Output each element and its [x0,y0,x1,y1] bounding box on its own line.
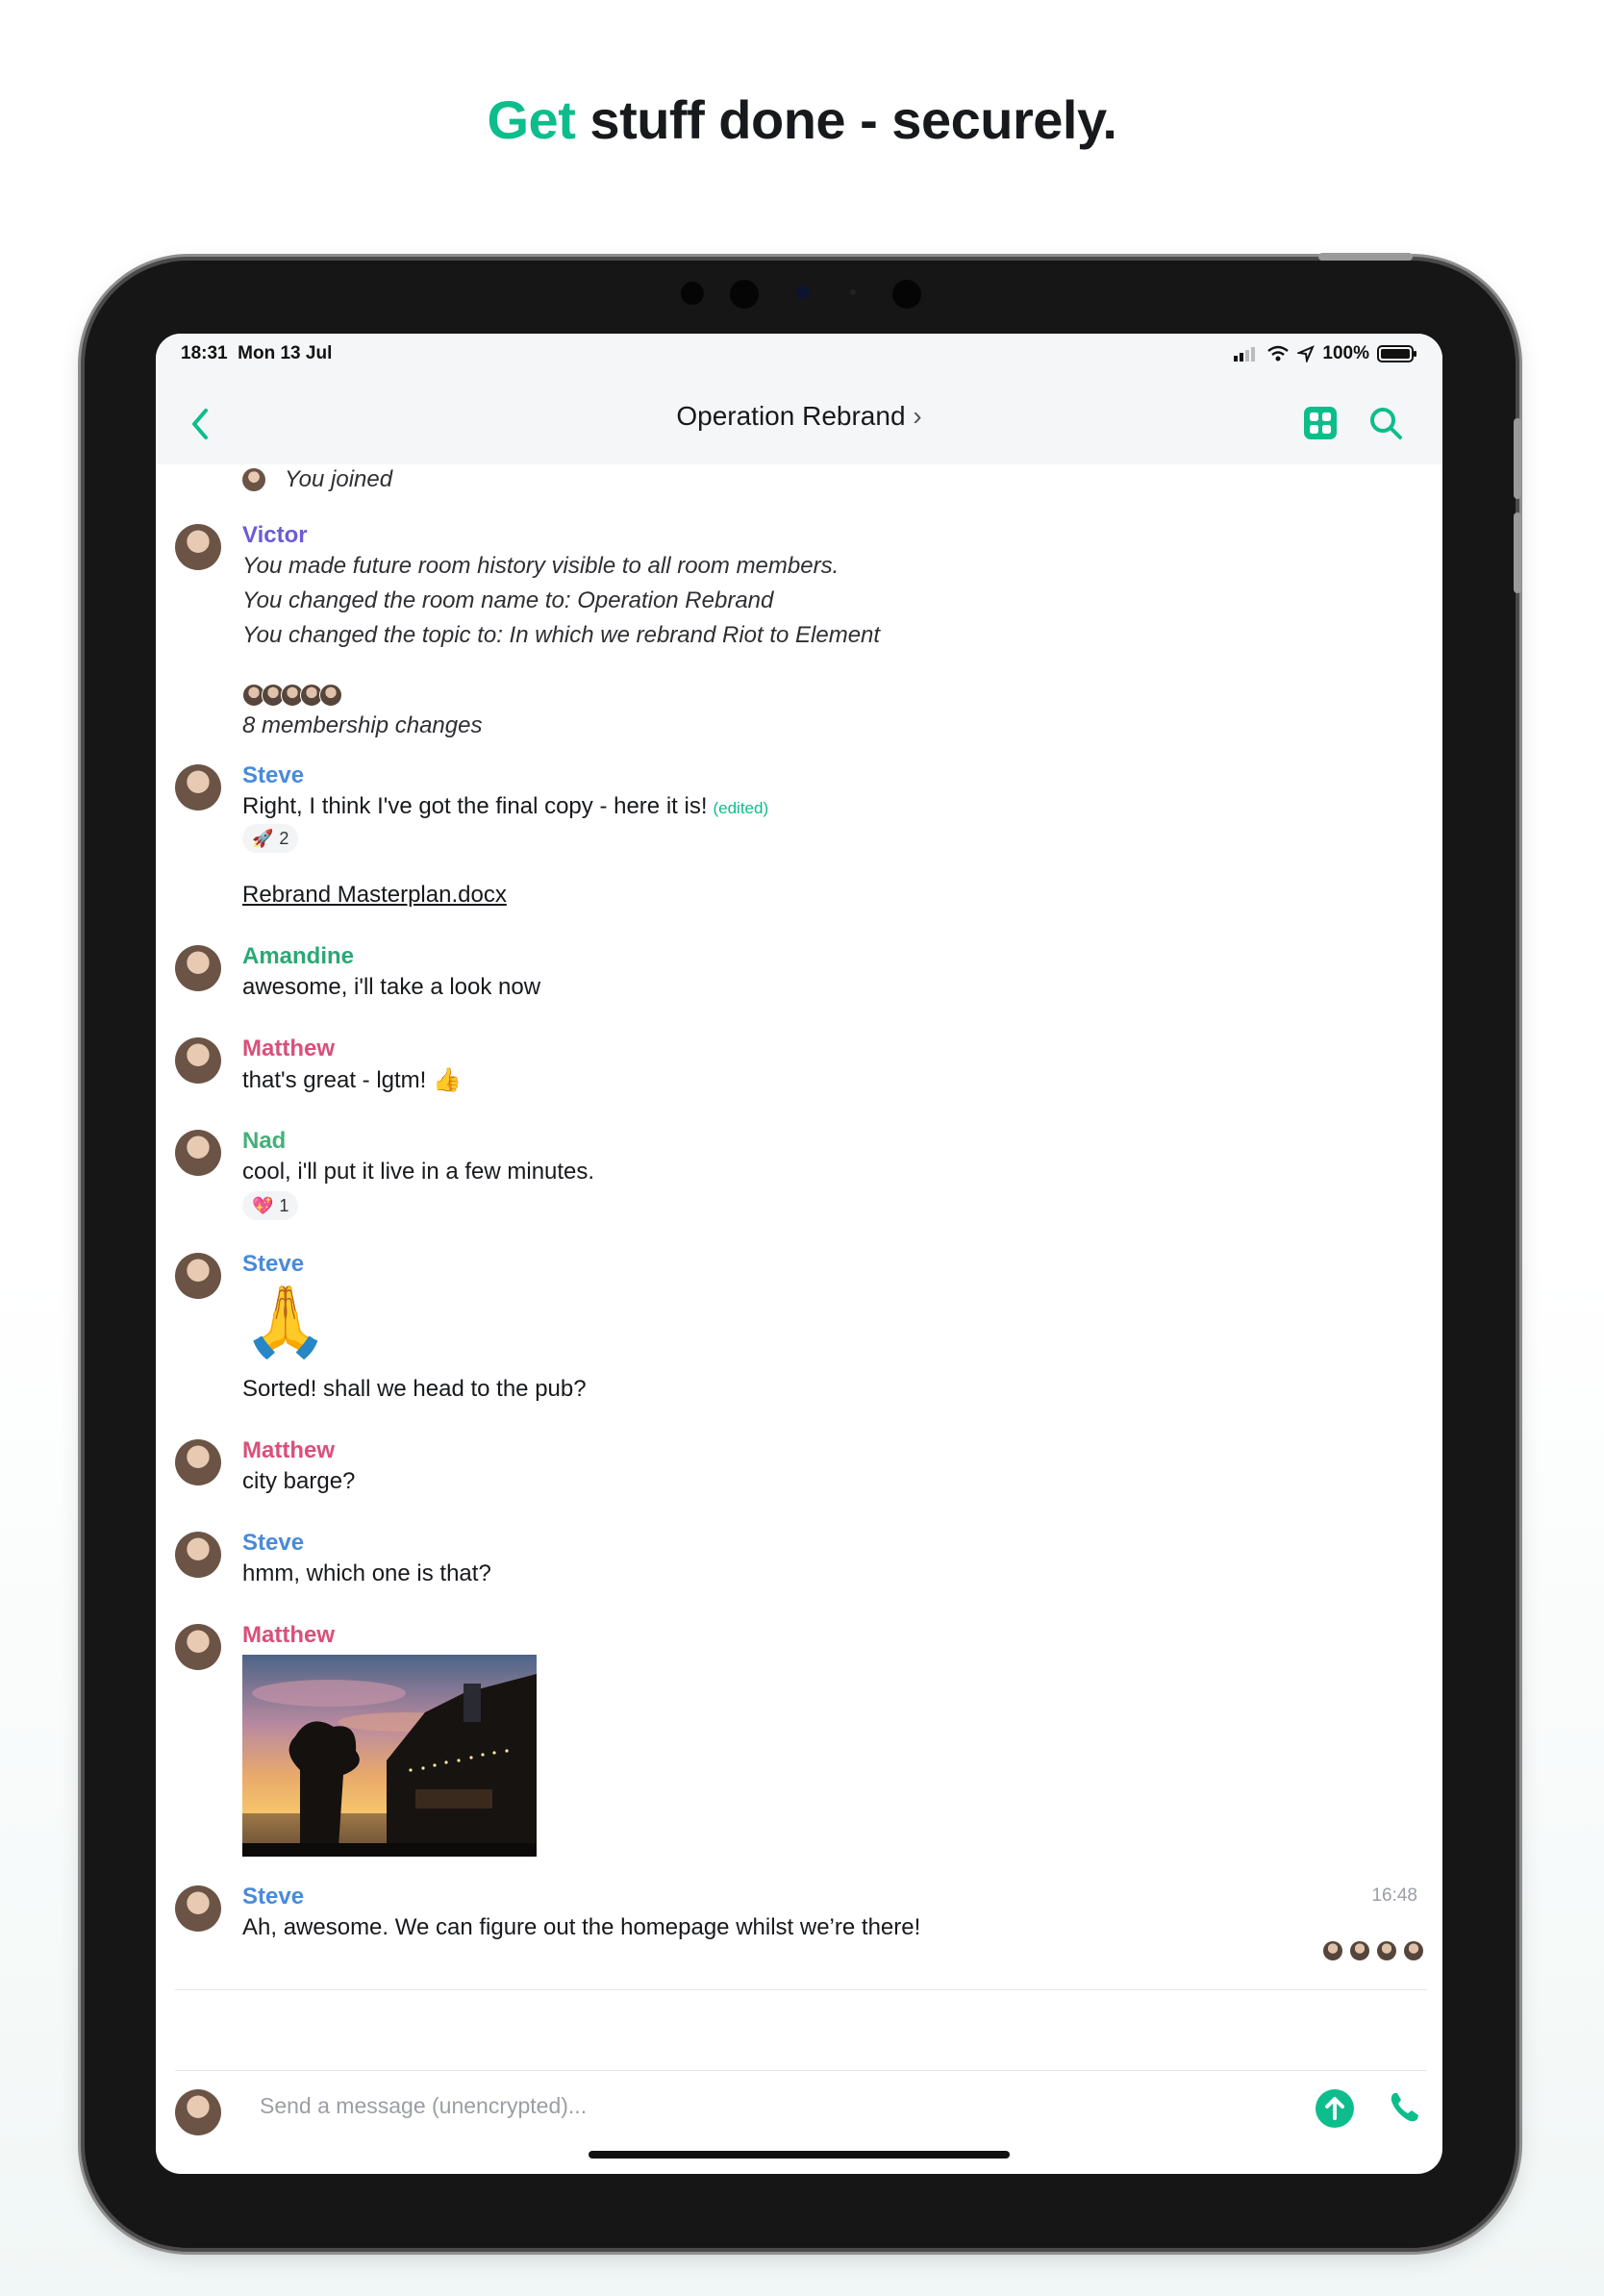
avatar-self [175,2089,221,2135]
sender-name[interactable]: Amandine [242,943,354,970]
status-bar: 18:31 Mon 13 Jul 100% [156,334,1442,378]
message-input[interactable]: Send a message (unencrypted)... [260,2093,587,2119]
avatar-victor[interactable] [175,524,221,570]
send-arrow-icon[interactable] [1316,2089,1354,2128]
volume-up-button [1514,418,1521,499]
headline: Get stuff done - securely. [0,88,1604,151]
message-text: Sorted! shall we head to the pub? [242,1376,587,1402]
app-screen: 18:31 Mon 13 Jul 100% Operation Rebrand … [156,334,1442,2174]
divider [175,1989,1427,1990]
search-icon[interactable] [1367,405,1404,441]
battery-icon [1377,345,1416,362]
signal-icon [1234,347,1256,362]
message-text: city barge? [242,1468,356,1494]
you-joined-event: You joined [285,466,393,492]
avatar-steve[interactable] [175,764,221,811]
membership-avatars [242,684,342,707]
battery-percentage: 100% [1322,343,1369,363]
image-attachment[interactable] [242,1655,537,1857]
message-text: hmm, which one is that? [242,1560,491,1586]
message-text: cool, i'll put it live in a few minutes. [242,1159,595,1185]
top-button [1318,253,1413,261]
avatar-matthew[interactable] [175,1439,221,1485]
edited-label: (edited) [713,799,769,817]
sender-name[interactable]: Victor [242,522,308,549]
divider [175,2070,1427,2071]
location-icon [1297,345,1316,362]
reaction-pill[interactable]: 💖 1 [242,1191,299,1220]
message-timestamp: 16:48 [1371,1885,1417,1906]
read-receipts[interactable] [1323,1941,1423,1960]
status-time: 18:31 Mon 13 Jul [181,343,333,363]
camera-sensor [892,280,921,309]
status-indicators: 100% [1234,343,1417,364]
avatar-amandine[interactable] [175,945,221,991]
sender-name[interactable]: Matthew [242,1036,335,1062]
room-event: You changed the topic to: In which we re… [242,622,881,648]
avatar-nad[interactable] [175,1130,221,1176]
sender-name[interactable]: Steve [242,1251,304,1278]
avatar [242,468,265,491]
avatar-steve[interactable] [175,1253,221,1299]
message-text: Ah, awesome. We can figure out the homep… [242,1914,921,1940]
message-composer: Send a message (unencrypted)... [156,2074,1442,2174]
widgets-icon[interactable] [1302,405,1339,441]
sender-name[interactable]: Steve [242,1530,304,1557]
ipad-frame: 18:31 Mon 13 Jul 100% Operation Rebrand … [85,253,1521,2248]
camera-lens [796,286,810,299]
sunset-pub-photo [242,1655,537,1857]
phone-icon[interactable] [1387,2089,1423,2126]
sender-name[interactable]: Steve [242,1884,304,1910]
room-header: Operation Rebrand › [156,378,1442,464]
sender-name[interactable]: Nad [242,1128,286,1155]
file-attachment-link[interactable]: Rebrand Masterplan.docx [242,882,507,909]
camera-sensor [681,282,704,305]
wifi-icon [1267,345,1290,362]
home-indicator [589,2151,1010,2159]
avatar-steve[interactable] [175,1532,221,1578]
sender-name[interactable]: Steve [242,762,304,789]
big-emoji: 🙏 [242,1284,329,1360]
sender-name[interactable]: Matthew [242,1622,335,1649]
volume-down-button [1514,512,1521,593]
room-event: You changed the room name to: Operation … [242,587,774,613]
room-event: You made future room history visible to … [242,553,840,579]
avatar-matthew[interactable] [175,1037,221,1084]
camera-sensor [730,280,759,309]
reaction-pill[interactable]: 🚀 2 [242,824,299,853]
message-text: Right, I think I've got the final copy -… [242,793,769,819]
avatar-steve[interactable] [175,1885,221,1932]
message-text: that's great - lgtm! 👍 [242,1067,462,1093]
camera-dot [850,289,856,295]
headline-text: stuff done - securely. [575,89,1117,150]
membership-changes[interactable]: 8 membership changes [242,712,482,739]
message-text: awesome, i'll take a look now [242,974,541,1000]
room-title[interactable]: Operation Rebrand › [156,401,1442,432]
avatar-matthew[interactable] [175,1624,221,1670]
sender-name[interactable]: Matthew [242,1437,335,1464]
headline-accent: Get [487,89,576,150]
